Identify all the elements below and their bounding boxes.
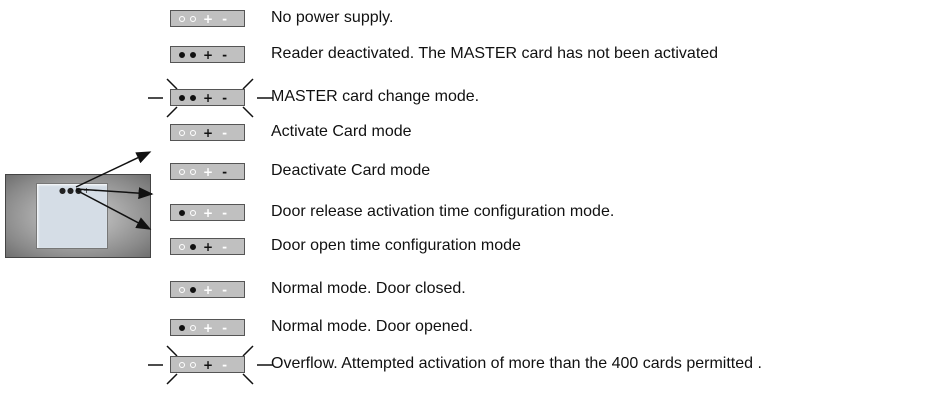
plus-led-icon: + [203,357,214,372]
plus-led-icon: + [203,47,214,62]
status-description: Door open time configuration mode [271,237,521,254]
led-2-icon [190,209,196,216]
led-1-icon [179,129,185,136]
minus-led-icon: - [222,47,228,62]
led-panel: + - [170,204,245,221]
minus-led-icon: - [222,90,228,105]
plus-led-icon: + [203,90,214,105]
led-panel: + - [170,124,245,141]
led-1-icon [179,361,185,368]
led-2-icon [190,361,196,368]
plus-led-icon: + [203,125,214,140]
led-2-icon [190,15,196,22]
minus-led-icon: - [222,205,228,220]
led-panel: + - [170,10,245,27]
led-2-icon [190,286,196,293]
status-description: MASTER card change mode. [271,88,480,105]
led-panel: + - [170,89,245,106]
led-1-icon [179,94,185,101]
status-description: Normal mode. Door closed. [271,280,466,297]
led-1-icon [179,15,185,22]
led-1-icon [179,209,185,216]
plus-led-icon: + [203,11,214,26]
status-description: Activate Card mode [271,123,412,140]
led-panel: + - [170,319,245,336]
minus-led-icon: - [222,282,228,297]
led-panel: + - [170,238,245,255]
status-description: Reader deactivated. The MASTER card has … [271,45,719,62]
minus-led-icon: - [222,125,228,140]
led-2-icon [190,324,196,331]
minus-led-icon: - [222,239,228,254]
led-1-icon [179,243,185,250]
status-description: Normal mode. Door opened. [271,318,473,335]
status-description: Overflow. Attempted activation of more t… [271,355,762,372]
led-2-icon [190,243,196,250]
status-description: Door release activation time configurati… [271,203,615,220]
status-description: Deactivate Card mode [271,162,431,179]
plus-led-icon: + [203,320,214,335]
led-1-icon [179,324,185,331]
led-panel: + - [170,356,245,373]
minus-led-icon: - [222,320,228,335]
arrow-right [75,187,154,200]
arrow-up [75,151,152,188]
plus-led-icon: + [203,282,214,297]
led-2-icon [190,94,196,101]
plus-led-icon: + [203,164,214,179]
led-2-icon [190,129,196,136]
led-1-icon [179,286,185,293]
led-1-icon [179,51,185,58]
minus-led-icon: - [222,11,228,26]
led-panel: + - [170,163,245,180]
led-2-icon [190,51,196,58]
minus-led-icon: - [222,357,228,372]
led-panel: + - [170,46,245,63]
plus-led-icon: + [203,239,214,254]
status-description: No power supply. [271,9,394,26]
led-2-icon [190,168,196,175]
minus-led-icon: - [222,164,228,179]
arrow-down [75,189,152,230]
led-1-icon [179,168,185,175]
led-panel: + - [170,281,245,298]
plus-led-icon: + [203,205,214,220]
